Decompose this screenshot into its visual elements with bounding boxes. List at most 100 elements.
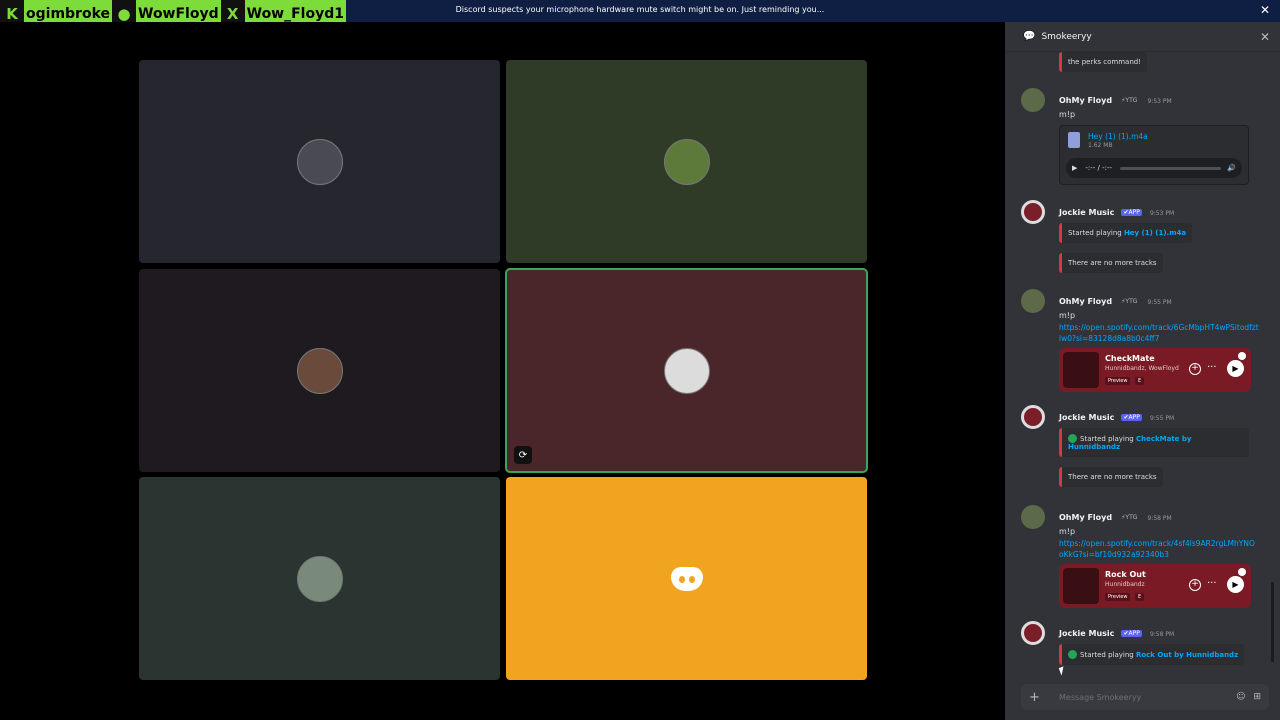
avatar[interactable] xyxy=(1021,621,1045,645)
username[interactable]: OhMy Floyd xyxy=(1059,96,1112,105)
avatar[interactable] xyxy=(1021,505,1045,529)
spotify-icon xyxy=(1238,568,1246,576)
timestamp: 9:53 PM xyxy=(1149,210,1175,217)
username[interactable]: Jockie Music xyxy=(1059,208,1114,217)
avatar[interactable] xyxy=(1021,289,1045,313)
participant-tile[interactable] xyxy=(506,60,867,263)
play-icon[interactable]: ▶ xyxy=(1227,576,1244,593)
x-name: Wow_Floyd1 xyxy=(246,5,344,22)
embed: Started playing CheckMate by Hunnidbandz xyxy=(1059,428,1249,457)
avatar xyxy=(296,555,343,602)
preview-badge: Preview xyxy=(1105,593,1131,601)
timestamp: 9:58 PM xyxy=(1149,631,1175,638)
embed: the perks command! xyxy=(1059,52,1148,72)
audio-player: ▶ -:-- / -:-- 🔊 xyxy=(1066,158,1242,178)
spotify-link[interactable]: https://open.spotify.com/track/4sf4ls9AR… xyxy=(1059,538,1259,560)
user-tag: ⚡YTG xyxy=(1121,298,1138,305)
embed: Started playing Hey (1) (1).m4a xyxy=(1059,223,1193,243)
close-icon[interactable]: ✕ xyxy=(1260,3,1270,17)
embed: There are no more tracks xyxy=(1059,467,1163,487)
file-icon xyxy=(1068,132,1080,148)
participant-tile-speaking[interactable]: ⟳ xyxy=(505,268,868,473)
text-chat-panel: 💬 Smokeeryy ✕ the perks command! OhMy Fl… xyxy=(1005,22,1280,720)
spotify-icon xyxy=(1068,434,1077,443)
message-text: m!p xyxy=(1059,311,1076,320)
spotify-embed[interactable]: Rock Out Hunnidbandz Preview E + ··· ▶ xyxy=(1059,564,1251,608)
embed-text: Started playing xyxy=(1068,229,1124,237)
avatar[interactable] xyxy=(1021,88,1045,112)
preview-badge: Preview xyxy=(1105,377,1131,385)
embed: Started playing Rock Out by Hunnidbandz xyxy=(1059,644,1245,665)
list-item: the perks command! xyxy=(1021,52,1269,72)
chat-header: 💬 Smokeeryy ✕ xyxy=(1005,22,1280,52)
more-icon[interactable]: ··· xyxy=(1207,578,1217,589)
track-title[interactable]: Rock Out xyxy=(1105,570,1146,579)
app-badge: ✔APP xyxy=(1121,414,1142,421)
app-badge: ✔APP xyxy=(1121,209,1142,216)
participant-tile[interactable] xyxy=(506,477,867,680)
timestamp: 9:58 PM xyxy=(1147,515,1172,522)
user-tag: ⚡YTG xyxy=(1121,97,1138,104)
username[interactable]: Jockie Music xyxy=(1059,629,1114,638)
timestamp: 9:55 PM xyxy=(1147,299,1172,306)
apps-icon[interactable]: ⊞ xyxy=(1253,692,1261,702)
activity-icon[interactable]: ⟳ xyxy=(514,446,532,464)
volume-icon[interactable]: 🔊 xyxy=(1227,164,1236,172)
message-list[interactable]: the perks command! OhMy Floyd ⚡YTG 9:53 … xyxy=(1005,52,1280,682)
participant-tile[interactable] xyxy=(139,269,500,472)
message-text: m!p xyxy=(1059,527,1076,536)
message-text: m!p xyxy=(1059,110,1076,119)
spotify-link[interactable]: https://open.spotify.com/track/6GcMbpHT4… xyxy=(1059,322,1259,344)
attachment-name[interactable]: Hey (1) (1).m4a xyxy=(1088,132,1148,141)
track-artists: Hunnidbandz, WowFloyd xyxy=(1105,365,1179,372)
album-art xyxy=(1063,568,1099,604)
album-art xyxy=(1063,352,1099,388)
add-icon[interactable]: + xyxy=(1189,579,1201,591)
spotify-icon xyxy=(1238,352,1246,360)
attachment-size: 1.62 MB xyxy=(1088,142,1113,149)
track-artists: Hunnidbandz xyxy=(1105,581,1145,588)
spotify-name: WowFloyd xyxy=(138,5,219,22)
more-icon[interactable]: ··· xyxy=(1207,362,1217,373)
track-link[interactable]: Rock Out by Hunnidbandz xyxy=(1136,651,1238,659)
track-link[interactable]: Hey (1) (1).m4a xyxy=(1124,229,1186,237)
kick-name: ogimbroke xyxy=(26,5,110,22)
play-icon[interactable]: ▶ xyxy=(1227,360,1244,377)
spotify-icon xyxy=(1068,650,1077,659)
username[interactable]: OhMy Floyd xyxy=(1059,513,1112,522)
timestamp: 9:55 PM xyxy=(1149,415,1175,422)
close-icon[interactable]: ✕ xyxy=(1260,30,1270,44)
embed-text: Started playing xyxy=(1080,435,1136,443)
user-tag: ⚡YTG xyxy=(1121,514,1138,521)
timestamp: 9:53 PM xyxy=(1147,98,1172,105)
audio-time: -:-- / -:-- xyxy=(1085,164,1113,172)
username[interactable]: Jockie Music xyxy=(1059,413,1114,422)
explicit-badge: E xyxy=(1135,593,1145,601)
message-input[interactable] xyxy=(1059,692,1229,702)
play-icon[interactable]: ▶ xyxy=(1072,164,1077,172)
audio-attachment: Hey (1) (1).m4a 1.62 MB ▶ -:-- / -:-- 🔊 xyxy=(1059,125,1249,185)
scrollbar[interactable] xyxy=(1271,582,1274,662)
channel-title: Smokeeryy xyxy=(1041,31,1092,42)
voice-stage: ⟳ xyxy=(0,22,1005,720)
discord-logo-icon xyxy=(670,566,703,591)
add-attachment-icon[interactable]: + xyxy=(1029,690,1047,705)
emoji-icon[interactable]: ☺ xyxy=(1236,692,1245,702)
spotify-embed[interactable]: CheckMate Hunnidbandz, WowFloyd Preview … xyxy=(1059,348,1251,392)
participant-tile[interactable] xyxy=(139,60,500,263)
audio-progress-bar[interactable] xyxy=(1120,166,1222,170)
explicit-badge: E xyxy=(1135,377,1145,385)
track-title[interactable]: CheckMate xyxy=(1105,354,1155,363)
add-icon[interactable]: + xyxy=(1189,363,1201,375)
avatar[interactable] xyxy=(1021,405,1045,429)
chat-bubble-icon: 💬 xyxy=(1023,31,1036,42)
participant-tile[interactable] xyxy=(139,477,500,680)
embed: There are no more tracks xyxy=(1059,253,1163,273)
app-badge: ✔APP xyxy=(1121,630,1142,637)
avatar xyxy=(663,347,710,394)
username[interactable]: OhMy Floyd xyxy=(1059,297,1112,306)
embed-text: Started playing xyxy=(1080,651,1136,659)
avatar[interactable] xyxy=(1021,200,1045,224)
avatar xyxy=(663,138,710,185)
message-composer: + ☺ ⊞ xyxy=(1021,684,1269,710)
